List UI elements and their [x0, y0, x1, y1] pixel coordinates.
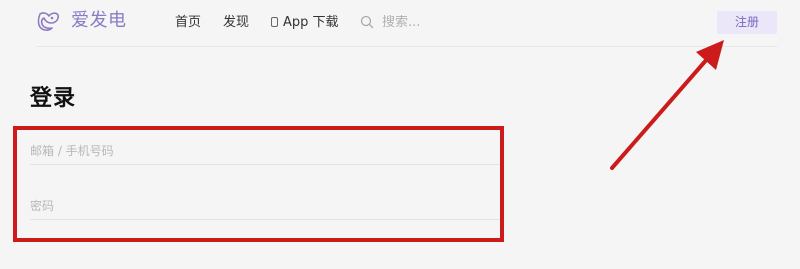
search-icon[interactable]: [360, 15, 374, 29]
search-input[interactable]: [382, 14, 502, 30]
main-nav: 首页 发现 App 下载: [175, 14, 339, 32]
nav-item-discover[interactable]: 发现: [223, 14, 249, 32]
logo[interactable]: 爱发电: [37, 10, 127, 32]
email-phone-field: [30, 127, 500, 165]
register-button[interactable]: 注册: [717, 11, 777, 34]
header-divider: [37, 46, 777, 47]
header: 爱发电 首页 发现 App 下载 注册: [0, 0, 800, 46]
password-field: [30, 182, 500, 220]
logo-text: 爱发电: [71, 10, 127, 31]
nav-item-app-download[interactable]: App 下载: [271, 14, 339, 32]
phone-icon: [271, 17, 279, 27]
search-box: [360, 12, 502, 32]
nav-item-home[interactable]: 首页: [175, 14, 201, 32]
nav-item-app-download-label: App 下载: [283, 15, 339, 30]
password-input[interactable]: [30, 199, 500, 213]
page-title: 登录: [30, 86, 77, 111]
fox-logo-icon: [37, 12, 59, 31]
email-phone-input[interactable]: [30, 144, 500, 158]
login-form: [30, 127, 500, 237]
